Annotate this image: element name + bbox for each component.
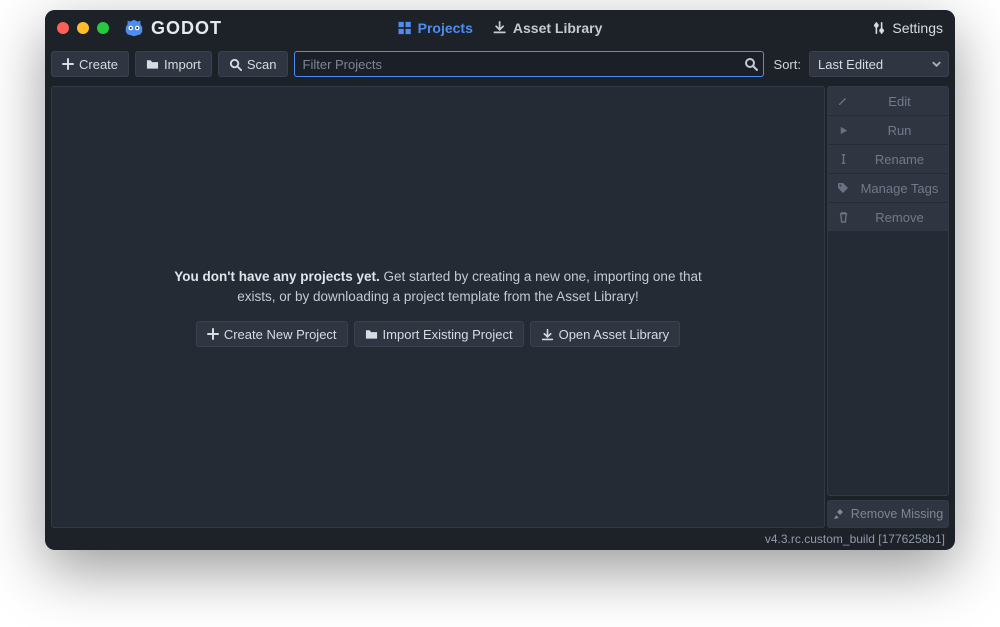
chevron-down-icon <box>931 59 942 70</box>
search-icon <box>229 58 242 71</box>
side-edit-label: Edit <box>859 94 940 109</box>
pencil-icon <box>836 95 850 107</box>
side-run-label: Run <box>859 123 940 138</box>
side-remove-label: Remove <box>859 210 940 225</box>
download-icon <box>541 328 554 341</box>
scan-label: Scan <box>247 57 277 72</box>
toolbar: Create Import Scan Sort: Last Edited <box>45 46 955 82</box>
sort-label: Sort: <box>770 57 803 72</box>
import-existing-project-label: Import Existing Project <box>383 327 513 342</box>
body: You don't have any projects yet. Get sta… <box>45 82 955 528</box>
project-list-panel: You don't have any projects yet. Get sta… <box>51 86 825 528</box>
folder-icon <box>146 58 159 70</box>
broom-icon <box>833 508 845 520</box>
import-button[interactable]: Import <box>135 51 212 77</box>
footer: v4.3.rc.custom_build [1776258b1] <box>45 528 955 550</box>
main-tabs: Projects Asset Library <box>398 20 603 36</box>
sort-dropdown[interactable]: Last Edited <box>809 51 949 77</box>
text-cursor-icon <box>836 153 850 165</box>
titlebar: GODOT Projects Asset Library Settings <box>45 10 955 46</box>
folder-icon <box>365 328 378 340</box>
trash-icon <box>836 211 850 223</box>
godot-robot-icon <box>123 17 145 39</box>
settings-label: Settings <box>892 20 943 36</box>
window-zoom-button[interactable] <box>97 22 109 34</box>
import-existing-project-button[interactable]: Import Existing Project <box>354 321 524 347</box>
sort-value: Last Edited <box>818 57 883 72</box>
window-close-button[interactable] <box>57 22 69 34</box>
import-label: Import <box>164 57 201 72</box>
side-action-edit[interactable]: Edit <box>828 87 948 116</box>
remove-missing-button[interactable]: Remove Missing <box>827 500 949 528</box>
project-manager-window: GODOT Projects Asset Library Settings <box>45 10 955 550</box>
create-new-project-button[interactable]: Create New Project <box>196 321 348 347</box>
plus-icon <box>62 58 74 70</box>
side-action-manage-tags[interactable]: Manage Tags <box>828 174 948 203</box>
tab-asset-library[interactable]: Asset Library <box>493 20 602 36</box>
create-button[interactable]: Create <box>51 51 129 77</box>
scan-button[interactable]: Scan <box>218 51 288 77</box>
side-action-run[interactable]: Run <box>828 116 948 145</box>
empty-state-text: You don't have any projects yet. Get sta… <box>168 267 708 308</box>
app-name: GODOT <box>151 18 222 39</box>
side-manage-tags-label: Manage Tags <box>859 181 940 196</box>
window-minimize-button[interactable] <box>77 22 89 34</box>
side-actions-list: Edit Run Rename <box>827 86 949 496</box>
app-logo: GODOT <box>123 17 222 39</box>
create-new-project-label: Create New Project <box>224 327 337 342</box>
create-label: Create <box>79 57 118 72</box>
play-icon <box>836 125 850 136</box>
version-label: v4.3.rc.custom_build [1776258b1] <box>765 532 945 546</box>
window-traffic-lights <box>57 22 109 34</box>
empty-state-bold: You don't have any projects yet. <box>174 269 380 284</box>
side-spacer <box>828 232 948 495</box>
side-rename-label: Rename <box>859 152 940 167</box>
download-icon <box>493 21 507 35</box>
tab-asset-library-label: Asset Library <box>513 20 602 36</box>
open-asset-library-label: Open Asset Library <box>559 327 670 342</box>
tag-icon <box>836 182 850 194</box>
settings-button[interactable]: Settings <box>872 20 943 36</box>
side-panel: Edit Run Rename <box>827 86 949 528</box>
tab-projects[interactable]: Projects <box>398 20 473 36</box>
projects-grid-icon <box>398 21 412 35</box>
tab-projects-label: Projects <box>418 20 473 36</box>
side-action-rename[interactable]: Rename <box>828 145 948 174</box>
empty-state-actions: Create New Project Import Existing Proje… <box>196 321 680 347</box>
open-asset-library-button[interactable]: Open Asset Library <box>530 321 681 347</box>
filter-search-wrap <box>294 51 764 77</box>
plus-icon <box>207 328 219 340</box>
remove-missing-label: Remove Missing <box>851 507 943 521</box>
side-action-remove[interactable]: Remove <box>828 203 948 232</box>
filter-projects-input[interactable] <box>294 51 764 77</box>
sliders-icon <box>872 21 886 35</box>
